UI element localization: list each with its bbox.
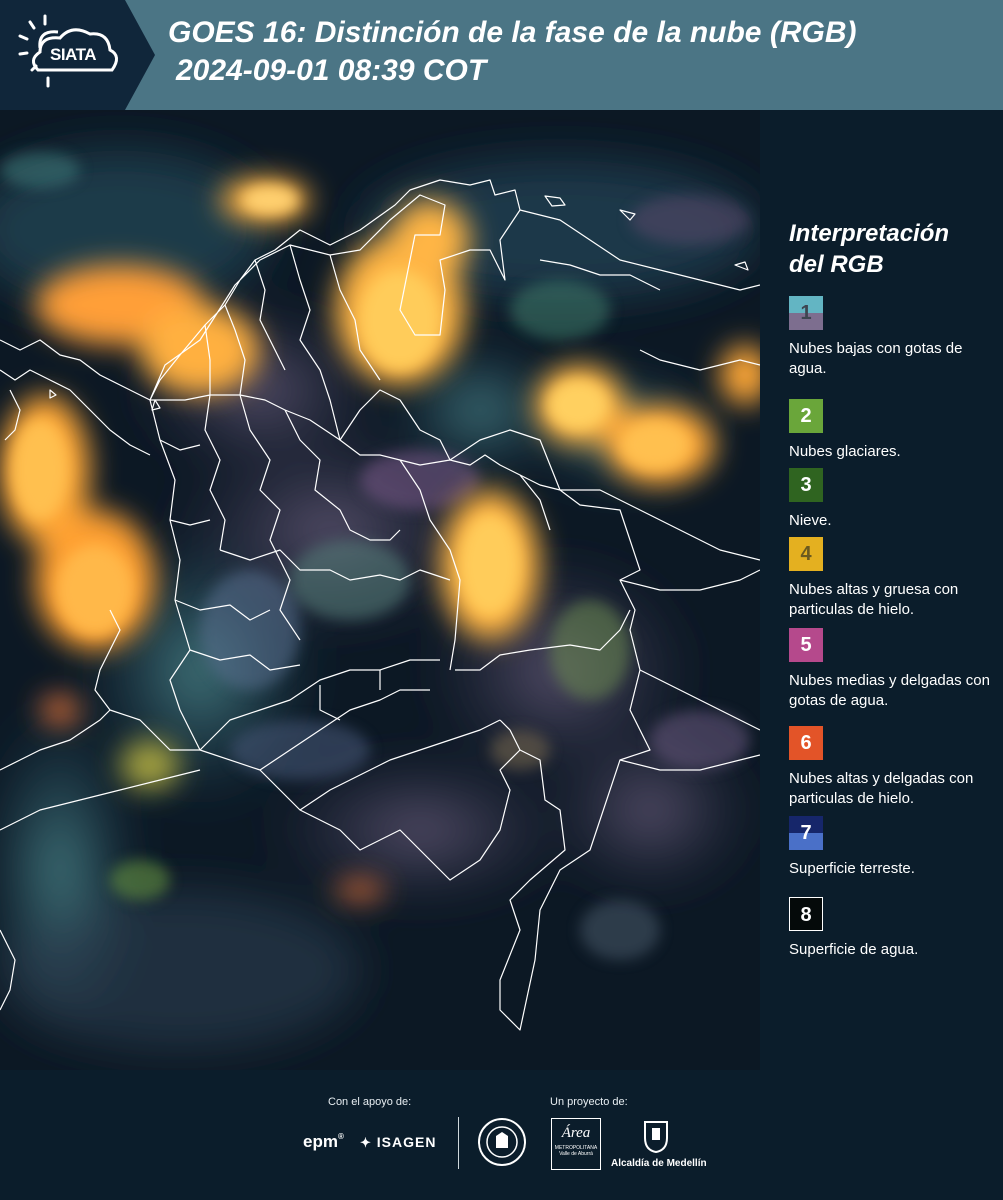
legend-number: 1 [800, 302, 812, 324]
legend-label: Nieve. [789, 512, 832, 529]
epm-logo: epm® [303, 1132, 344, 1151]
medellin-seal-icon [478, 1118, 526, 1166]
title-line-2: 2024-09-01 08:39 COT [176, 54, 487, 87]
alcaldia-crest-icon [641, 1118, 671, 1154]
legend-item-1: 1 Nubes bajas con gotas de agua. [789, 296, 999, 379]
area-text: Área [561, 1125, 591, 1141]
page-title: GOES 16: Distinción de la fase de la nub… [168, 14, 856, 90]
legend-label: Nubes altas y gruesa con particulas de h… [789, 581, 959, 618]
legend-label: Nubes glaciares. [789, 443, 901, 460]
title-line-1: GOES 16: Distinción de la fase de la nub… [168, 16, 857, 49]
legend-item-4: 4 Nubes altas y gruesa con particulas de … [789, 537, 999, 620]
legend-swatch-3: 3 [789, 468, 823, 502]
legend-panel: Interpretación del RGB 1 Nubes bajas con … [762, 110, 1003, 1070]
isagen-text: ISAGEN [376, 1134, 437, 1150]
legend-item-2: 2 Nubes glaciares. [789, 399, 999, 462]
legend-number: 6 [800, 732, 812, 754]
isagen-logo: ✦ ISAGEN [360, 1134, 436, 1151]
legend-label: Superficie de agua. [789, 941, 919, 958]
footer: Con el apoyo de: Un proyecto de: epm® ✦ … [0, 1070, 1003, 1200]
legend-number: 8 [800, 904, 812, 926]
support-label: Con el apoyo de: [328, 1096, 412, 1108]
legend-item-6: 6 Nubes altas y delgadas con particulas d… [789, 726, 999, 809]
legend-item-3: 3 Nieve. [789, 468, 999, 531]
alcaldia-text: Alcaldía de Medellín [611, 1158, 707, 1169]
legend-swatch-2: 2 [789, 399, 823, 433]
legend-swatch-7: 7 [789, 816, 823, 850]
footer-divider [458, 1117, 459, 1169]
project-label: Un proyecto de: [550, 1096, 628, 1108]
legend-item-5: 5 Nubes medias y delgadas con gotas de ag… [789, 628, 999, 711]
header-bar: SIATA GOES 16: Distinción de la fase de … [0, 0, 1003, 110]
legend-label: Nubes altas y delgadas con particulas de… [789, 770, 974, 807]
logo-text: SIATA [50, 45, 96, 64]
legend-number: 5 [800, 634, 812, 656]
legend-label: Superficie terreste. [789, 860, 915, 877]
legend-item-7: 7 Superficie terreste. [789, 816, 999, 879]
area-metropolitana-logo: Área METROPOLITANA Valle de Aburrá [551, 1118, 601, 1170]
siata-logo: SIATA [0, 0, 155, 110]
legend-item-8: 8 Superficie de agua. [789, 897, 999, 960]
legend-title: Interpretación del RGB [789, 220, 950, 278]
legend-number: 4 [800, 543, 812, 565]
legend-number: 3 [800, 474, 812, 496]
legend-swatch-5: 5 [789, 628, 823, 662]
legend-swatch-1: 1 [789, 296, 823, 330]
area-sub2: Valle de Aburrá [559, 1151, 593, 1157]
legend-label: Nubes bajas con gotas de agua. [789, 340, 963, 377]
legend-swatch-4: 4 [789, 537, 823, 571]
legend-swatch-6: 6 [789, 726, 823, 760]
epm-text: epm [303, 1132, 338, 1151]
legend-swatch-8: 8 [789, 897, 823, 931]
legend-number: 2 [800, 405, 812, 427]
legend-label: Nubes medias y delgadas con gotas de agu… [789, 672, 990, 709]
isagen-icon: ✦ [360, 1135, 372, 1150]
satellite-map [0, 110, 760, 1070]
legend-number: 7 [800, 822, 812, 844]
